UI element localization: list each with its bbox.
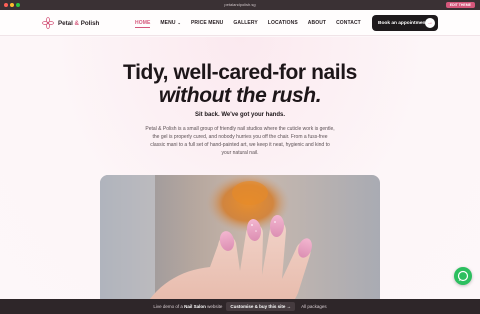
hero-photo-manicured-hand bbox=[100, 175, 380, 314]
address-bar[interactable]: petalandpolish.sg bbox=[0, 1, 480, 9]
chevron-down-icon: ⌄ bbox=[177, 20, 181, 25]
arrow-right-icon: → bbox=[425, 18, 435, 28]
brand-logo[interactable]: Petal & Polish bbox=[42, 16, 99, 30]
demo-banner-prefix: Live demo of a bbox=[153, 304, 183, 309]
flower-logo-icon bbox=[42, 17, 54, 29]
whatsapp-icon bbox=[457, 270, 469, 282]
nav-contact[interactable]: CONTACT bbox=[336, 17, 361, 29]
hero-title: Tidy, well-cared-for nails bbox=[123, 61, 357, 84]
book-appointment-label: Book an appointment bbox=[378, 20, 428, 26]
whatsapp-chat-button[interactable] bbox=[454, 267, 472, 285]
hero-title-italic: without the rush. bbox=[158, 84, 322, 107]
book-appointment-button[interactable]: Book an appointment → bbox=[372, 15, 438, 31]
demo-banner-suffix: website bbox=[207, 304, 223, 309]
site-header: Petal & Polish HOME MENU ⌄ PRICE MENU GAL… bbox=[0, 10, 480, 36]
all-packages-link[interactable]: All packages bbox=[301, 304, 327, 309]
demo-banner-highlight: Nail Salon bbox=[184, 304, 206, 309]
hero-paragraph: Petal & Polish is a small group of frien… bbox=[145, 126, 335, 156]
brand-name: Petal & Polish bbox=[58, 19, 100, 27]
nav-price-menu[interactable]: PRICE MENU bbox=[191, 17, 223, 29]
demo-banner: Live demo of a Nail Salon website Custom… bbox=[0, 299, 480, 314]
edit-theme-button[interactable]: EDIT THEME bbox=[445, 2, 475, 8]
main-nav: HOME MENU ⌄ PRICE MENU GALLERY LOCATIONS … bbox=[135, 17, 371, 29]
customise-buy-button[interactable]: Customise & buy this site → bbox=[226, 302, 296, 311]
browser-chrome: petalandpolish.sg EDIT THEME bbox=[0, 0, 480, 10]
hero-subtitle: Sit back. We've got your hands. bbox=[194, 112, 285, 118]
nav-about[interactable]: ABOUT bbox=[308, 17, 326, 29]
nav-locations[interactable]: LOCATIONS bbox=[268, 17, 298, 29]
nav-menu[interactable]: MENU ⌄ bbox=[160, 17, 181, 29]
hero-section: Tidy, well-cared-for nails without the r… bbox=[0, 37, 480, 314]
nav-gallery[interactable]: GALLERY bbox=[233, 17, 257, 29]
nav-home[interactable]: HOME bbox=[135, 17, 151, 29]
